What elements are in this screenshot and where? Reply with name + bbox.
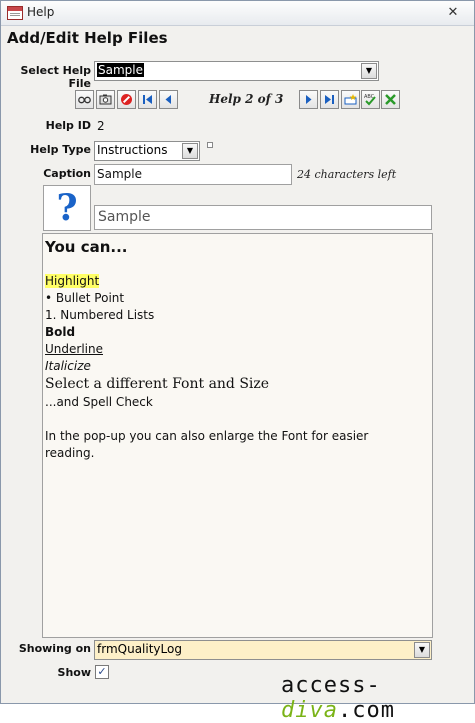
spell-check-button[interactable]: ABC — [361, 90, 380, 109]
spell-check-icon: ABC — [364, 94, 376, 106]
form-icon — [7, 6, 23, 20]
close-form-button[interactable] — [381, 90, 400, 109]
last-record-icon — [325, 95, 334, 104]
close-window-button[interactable]: ✕ — [441, 4, 465, 22]
binoculars-icon — [78, 96, 91, 104]
caption-input[interactable]: Sample — [94, 164, 292, 185]
preview-title: Sample — [98, 209, 151, 225]
content-popup-line2: reading. — [45, 446, 95, 460]
preview-title-box: Sample — [94, 205, 432, 230]
content-font: Select a different Font and Size — [45, 376, 270, 392]
content-underline: Underline — [45, 342, 103, 356]
question-mark-icon: ? — [56, 187, 78, 229]
chevron-down-icon[interactable]: ▼ — [414, 642, 430, 658]
chevron-down-icon[interactable]: ▼ — [361, 63, 377, 79]
characters-left: 24 characters left — [297, 168, 397, 181]
show-checkbox[interactable]: ✓ — [95, 665, 109, 679]
content-highlight: Highlight — [45, 274, 100, 288]
content-heading: You can... — [45, 238, 128, 256]
content-spell: ...and Spell Check — [45, 395, 153, 409]
title-bar[interactable]: Help ✕ — [1, 1, 474, 26]
record-counter: Help 2 of 3 — [209, 92, 284, 106]
caption-label: Caption — [43, 167, 91, 180]
content-italic: Italicize — [45, 359, 91, 373]
window-title: Help — [27, 5, 55, 19]
next-record-button[interactable] — [299, 90, 318, 109]
brand-mid: diva — [281, 698, 338, 723]
content-numbered: 1. Numbered Lists — [45, 308, 155, 322]
prev-record-button[interactable] — [159, 90, 178, 109]
first-record-button[interactable] — [138, 90, 157, 109]
showing-on-value: frmQualityLog — [97, 642, 182, 656]
camera-icon — [99, 94, 112, 105]
first-record-icon — [143, 95, 152, 104]
form-title: Add/Edit Help Files — [7, 29, 168, 47]
brand-right: .com — [337, 698, 395, 723]
show-label: Show — [57, 666, 91, 679]
last-record-button[interactable] — [320, 90, 339, 109]
content-bold: Bold — [45, 325, 76, 339]
delete-button[interactable] — [117, 90, 136, 109]
help-window: Help ✕ Add/Edit Help Files Select Help F… — [0, 0, 475, 723]
resize-handle — [207, 142, 213, 148]
help-id-value: 2 — [97, 119, 105, 133]
select-help-file-label: Select Help File — [20, 64, 91, 90]
help-type-combo[interactable]: Instructions ▼ — [94, 141, 200, 161]
select-help-file-value: Sample — [97, 63, 144, 77]
find-button[interactable] — [75, 90, 94, 109]
showing-on-label: Showing on — [18, 642, 91, 655]
highlight-text: Highlight — [45, 274, 100, 288]
select-help-file-combo[interactable]: Sample ▼ — [94, 61, 379, 81]
close-form-icon — [385, 94, 396, 105]
help-icon-box: ? — [43, 185, 91, 231]
brand-logo: access-diva.com — [281, 673, 474, 723]
next-record-icon — [306, 95, 312, 104]
content-popup-line1: In the pop-up you can also enlarge the F… — [45, 429, 369, 443]
showing-on-combo[interactable]: frmQualityLog ▼ — [94, 640, 432, 660]
caption-value: Sample — [97, 167, 142, 181]
brand-left: access- — [281, 673, 381, 698]
content-bullet: • Bullet Point — [45, 291, 125, 305]
help-type-value: Instructions — [97, 143, 168, 157]
help-id-label: Help ID — [45, 119, 91, 132]
snapshot-button[interactable] — [96, 90, 115, 109]
chevron-down-icon[interactable]: ▼ — [182, 143, 198, 159]
prev-record-icon — [165, 95, 171, 104]
new-record-button[interactable] — [341, 90, 360, 109]
help-type-label: Help Type — [30, 143, 91, 156]
help-content-editor[interactable]: You can... Highlight • Bullet Point 1. N… — [42, 233, 433, 638]
cancel-icon — [121, 94, 132, 105]
new-record-icon — [344, 94, 357, 105]
